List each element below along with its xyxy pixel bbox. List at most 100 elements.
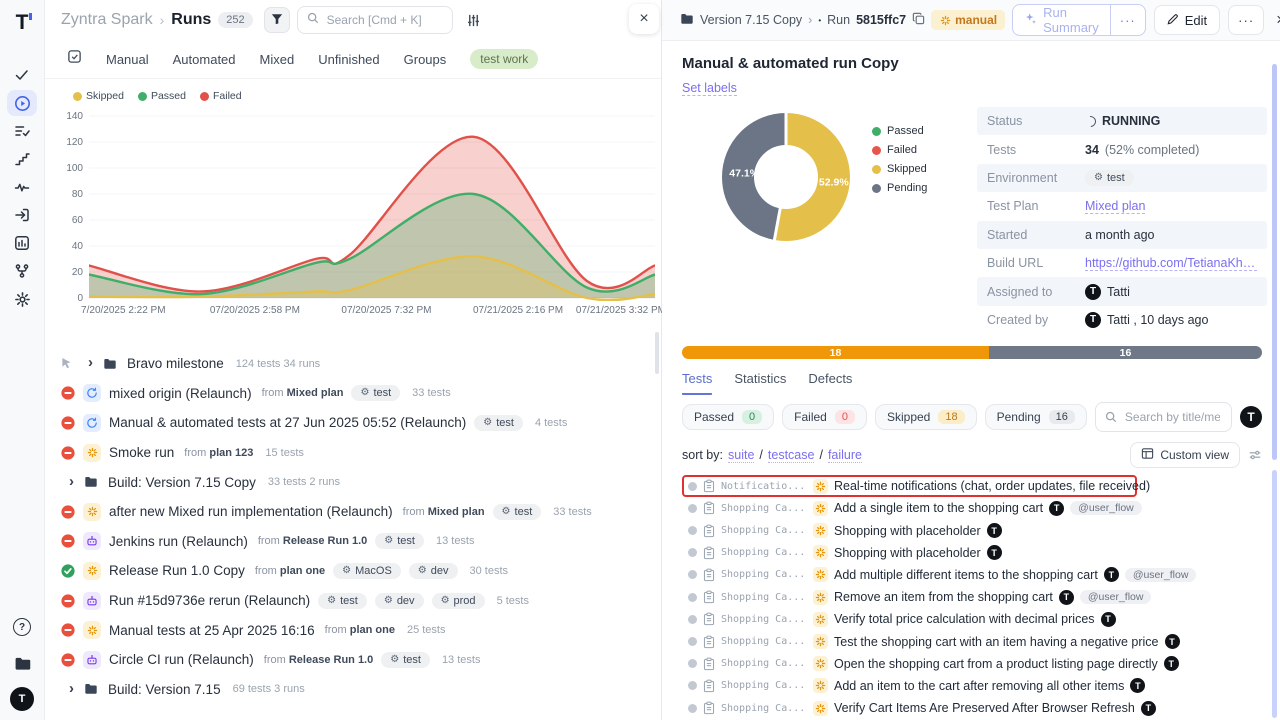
run-row[interactable]: after new Mixed run implementation (Rela… xyxy=(45,497,661,527)
run-plan-link[interactable]: plan one xyxy=(280,565,325,577)
nav-item-branch[interactable] xyxy=(7,258,37,284)
detail-scrollbar-top[interactable] xyxy=(1272,64,1277,460)
select-runs-icon[interactable] xyxy=(67,49,82,69)
runs-folder-row[interactable]: ›Build: Version 7.15 Copy33 tests 2 runs xyxy=(45,467,661,497)
breadcrumb-project[interactable]: Zyntra Spark xyxy=(61,11,153,29)
nav-item-settings[interactable] xyxy=(7,286,37,312)
nav-item-list-check[interactable] xyxy=(7,118,37,144)
run-plan-link[interactable]: Release Run 1.0 xyxy=(289,654,373,666)
detail-value[interactable]: Mixed plan xyxy=(1085,199,1145,214)
nav-item-stairs[interactable] xyxy=(7,146,37,172)
run-row[interactable]: Run #15d9736e rerun (Relaunch)⚙test⚙dev⚙… xyxy=(45,586,661,616)
nav-item-projects-folder[interactable] xyxy=(7,650,37,676)
test-row[interactable]: Shopping Ca...Test the shopping cart wit… xyxy=(682,630,1262,652)
filter-pill-pending[interactable]: Pending16 xyxy=(985,404,1087,430)
run-plan-link[interactable]: plan 123 xyxy=(209,447,253,459)
run-plan-link[interactable]: Mixed plan xyxy=(287,387,344,399)
tests-search[interactable] xyxy=(1095,402,1232,432)
nav-item-activity[interactable] xyxy=(7,174,37,200)
status-failed-icon xyxy=(61,623,75,637)
test-row[interactable]: Shopping Ca...Remove an item from the sh… xyxy=(682,586,1262,608)
run-row[interactable]: Manual tests at 25 Apr 2025 16:16from pl… xyxy=(45,615,661,645)
test-row[interactable]: Shopping Ca...Shopping with placeholderT xyxy=(682,520,1262,542)
more-actions-button[interactable]: ··· xyxy=(1228,5,1264,35)
set-labels-link[interactable]: Set labels xyxy=(682,81,737,96)
env-badge: ⚙test xyxy=(381,652,430,668)
tab-manual[interactable]: Manual xyxy=(106,52,149,67)
y-axis-tick: 120 xyxy=(45,137,83,148)
filter-pill-passed[interactable]: Passed0 xyxy=(682,404,774,430)
donut-chart-svg: 52.9%47.1% xyxy=(720,109,852,245)
run-row[interactable]: Circle CI run (Relaunch)from Release Run… xyxy=(45,645,661,675)
run-plan-link[interactable]: Mixed plan xyxy=(428,506,485,518)
run-summary-main[interactable]: Run Summary xyxy=(1013,5,1110,35)
test-row[interactable]: Shopping Ca...Open the shopping cart fro… xyxy=(682,653,1262,675)
detail-scrollbar-bottom[interactable] xyxy=(1272,470,1277,718)
detail-link[interactable]: https://github.com/TetianaKhomen... xyxy=(1085,256,1257,271)
status-passed-icon xyxy=(61,564,75,578)
chevron-right-icon[interactable]: › xyxy=(88,354,93,371)
nav-item-help[interactable]: ? xyxy=(7,614,37,640)
detail-row-status: StatusRUNNING xyxy=(977,107,1267,135)
tab-defects[interactable]: Defects xyxy=(808,371,852,395)
tab-tests[interactable]: Tests xyxy=(682,371,712,395)
column-settings-icon[interactable] xyxy=(466,13,481,28)
tab-automated[interactable]: Automated xyxy=(173,52,236,67)
progress-segment: 16 xyxy=(989,346,1262,359)
test-row[interactable]: Shopping Ca...Add an item to the cart af… xyxy=(682,675,1262,697)
close-runs-panel-button[interactable]: × xyxy=(629,4,659,34)
saved-filter-chip[interactable]: test work xyxy=(470,49,538,69)
filter-button[interactable] xyxy=(264,7,290,33)
assignee-filter-avatar[interactable]: T xyxy=(1240,406,1262,428)
nav-item-account[interactable]: T xyxy=(7,686,37,712)
tab-groups[interactable]: Groups xyxy=(404,52,447,67)
tab-statistics[interactable]: Statistics xyxy=(734,371,786,395)
test-row[interactable]: Shopping Ca...Add multiple different ite… xyxy=(682,564,1262,586)
run-row[interactable]: Jenkins run (Relaunch)from Release Run 1… xyxy=(45,527,661,557)
run-row[interactable]: Release Run 1.0 Copyfrom plan one⚙MacOS⚙… xyxy=(45,556,661,586)
test-row[interactable]: Shopping Ca...Verify total price calcula… xyxy=(682,608,1262,630)
run-row[interactable]: mixed origin (Relaunch)from Mixed plan⚙t… xyxy=(45,379,661,409)
test-row[interactable]: Shopping Ca...Add a single item to the s… xyxy=(682,497,1262,519)
test-title: Shopping with placeholder xyxy=(834,524,981,538)
chevron-right-icon[interactable]: › xyxy=(69,473,74,490)
test-row[interactable]: Notificatio...Real-time notifications (c… xyxy=(682,475,1137,497)
chevron-right-icon[interactable]: › xyxy=(69,680,74,697)
tests-search-input[interactable] xyxy=(1123,409,1222,425)
nav-item-analytics[interactable] xyxy=(7,230,37,256)
runs-search-input[interactable] xyxy=(325,12,443,28)
copy-icon[interactable] xyxy=(912,12,925,28)
run-kind-automated-icon xyxy=(83,532,101,550)
filter-pill-failed[interactable]: Failed0 xyxy=(782,404,867,430)
breadcrumb-folder[interactable]: Version 7.15 Copy xyxy=(700,13,802,27)
view-settings-icon[interactable] xyxy=(1248,448,1262,462)
sort-by-testcase[interactable]: testcase xyxy=(768,448,815,463)
app-logo[interactable]: T xyxy=(16,8,29,36)
nav-item-runs-play[interactable] xyxy=(7,90,37,116)
runs-folder-row[interactable]: ›Bravo milestone124 tests 34 runs xyxy=(45,349,661,379)
detail-value[interactable]: https://github.com/TetianaKhomen... xyxy=(1085,256,1257,271)
edit-button[interactable]: Edit xyxy=(1154,5,1220,35)
sort-by-suite[interactable]: suite xyxy=(728,448,754,463)
tab-mixed[interactable]: Mixed xyxy=(260,52,295,67)
run-summary-more-button[interactable]: ··· xyxy=(1110,5,1145,35)
status-failed-icon xyxy=(61,534,75,548)
filter-pill-skipped[interactable]: Skipped18 xyxy=(875,404,977,430)
test-row[interactable]: Shopping Ca...Verify Cart Items Are Pres… xyxy=(682,697,1262,719)
run-row[interactable]: Smoke runfrom plan 12315 tests xyxy=(45,438,661,468)
runs-search[interactable] xyxy=(297,6,453,34)
run-plan-link[interactable]: Release Run 1.0 xyxy=(283,535,367,547)
run-row[interactable]: Manual & automated tests at 27 Jun 2025 … xyxy=(45,408,661,438)
runs-scrollbar[interactable] xyxy=(655,332,659,374)
run-plan-link[interactable]: plan one xyxy=(350,624,395,636)
nav-item-check[interactable] xyxy=(7,62,37,88)
detail-link[interactable]: Mixed plan xyxy=(1085,199,1145,214)
tab-unfinished[interactable]: Unfinished xyxy=(318,52,379,67)
sort-by-failure[interactable]: failure xyxy=(828,448,862,463)
custom-view-button[interactable]: Custom view xyxy=(1130,442,1240,468)
sort-separator: / xyxy=(759,448,762,462)
nav-item-import[interactable] xyxy=(7,202,37,228)
runs-folder-row[interactable]: ›Build: Version 7.1569 tests 3 runs xyxy=(45,675,661,705)
test-row[interactable]: Shopping Ca...Shopping with placeholderT xyxy=(682,542,1262,564)
close-detail-button[interactable]: × xyxy=(1272,10,1280,30)
